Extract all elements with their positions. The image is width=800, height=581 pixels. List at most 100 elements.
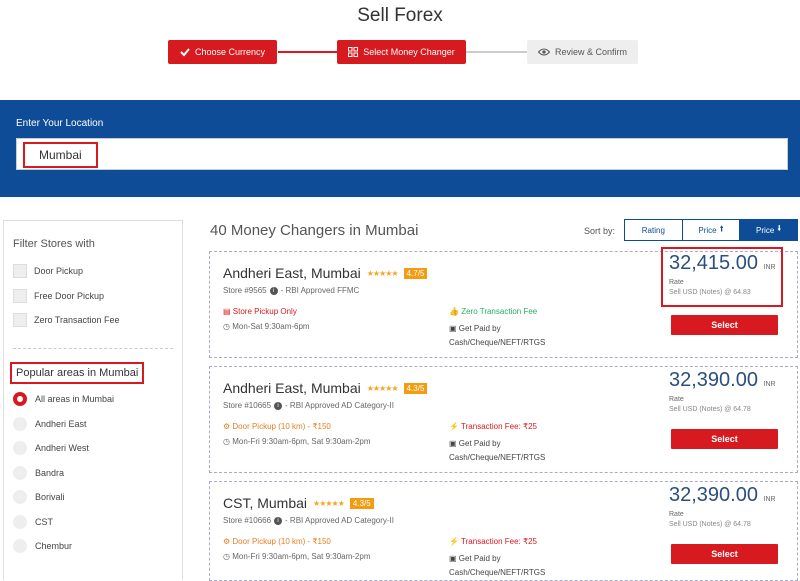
info-icon[interactable]: i bbox=[274, 401, 283, 410]
select-button[interactable]: Select bbox=[671, 315, 778, 335]
store-name[interactable]: Andheri East, Mumbai bbox=[223, 265, 361, 281]
cash-icon: ▣ bbox=[449, 324, 457, 333]
radio-button[interactable] bbox=[13, 539, 27, 553]
price-currency: INR bbox=[763, 381, 776, 388]
lightning-icon: ⚡ bbox=[449, 537, 459, 546]
eye-icon bbox=[537, 48, 550, 56]
price-box: 32,390.00 INR Rate Sell USD (Notes) @ 64… bbox=[663, 481, 785, 539]
area-option-all[interactable]: All areas in Mumbai bbox=[13, 392, 114, 406]
progress-steps: Choose Currency Select Money Changer Rev… bbox=[168, 40, 638, 64]
rating-badge: 4.3/5 bbox=[349, 497, 374, 509]
transaction-fee: Zero Transaction Fee bbox=[461, 307, 538, 316]
price-value: 32,390.00 bbox=[669, 369, 758, 391]
area-option-andheri-west[interactable]: Andheri West bbox=[13, 441, 89, 455]
radio-button[interactable] bbox=[13, 490, 27, 504]
info-icon[interactable]: i bbox=[274, 516, 283, 525]
filter-zero-transaction-fee[interactable]: Zero Transaction Fee bbox=[13, 313, 120, 327]
radio-button[interactable] bbox=[13, 417, 27, 431]
location-value[interactable]: Mumbai bbox=[23, 142, 98, 168]
payment-methods: Cash/Cheque/NEFT/RTGS bbox=[449, 453, 546, 462]
rate-label: Rate bbox=[669, 396, 684, 403]
cash-icon: ▣ bbox=[449, 439, 457, 448]
price-value: 32,415.00 bbox=[669, 252, 758, 274]
filter-free-door-pickup[interactable]: Free Door Pickup bbox=[13, 289, 104, 303]
checkbox[interactable] bbox=[13, 289, 27, 303]
payment-label: Get Paid by bbox=[458, 554, 501, 563]
motorbike-icon: ⚙ bbox=[223, 537, 231, 546]
store-card: CST, Mumbai ★★★★★ 4.3/5 Store #10666 i - RBI… bbox=[209, 481, 798, 581]
sell-rate: Sell USD (Notes) @ 64.83 bbox=[669, 289, 751, 296]
info-icon[interactable]: i bbox=[269, 286, 278, 295]
page-title: Sell Forex bbox=[357, 5, 443, 26]
checkbox[interactable] bbox=[13, 264, 27, 278]
check-icon bbox=[180, 48, 190, 57]
results-count: 40 Money Changers in Mumbai bbox=[210, 222, 419, 239]
store-hours: Mon-Fri 9:30am-6pm, Sat 9:30am-2pm bbox=[232, 552, 371, 561]
area-option-bandra[interactable]: Bandra bbox=[13, 466, 64, 480]
sort-price-asc-button[interactable]: Price 🠙 bbox=[683, 220, 741, 240]
grid-icon bbox=[348, 47, 359, 57]
price-currency: INR bbox=[763, 264, 776, 271]
area-option-borivali[interactable]: Borivali bbox=[13, 490, 65, 504]
service-type: Door Pickup (10 km) - ₹150 bbox=[232, 537, 331, 546]
price-value: 32,390.00 bbox=[669, 484, 758, 506]
radio-button[interactable] bbox=[13, 466, 27, 480]
clock-icon: ◷ bbox=[223, 552, 230, 561]
thumbs-up-icon: 👍 bbox=[449, 307, 459, 316]
area-option-cst[interactable]: CST bbox=[13, 515, 53, 529]
sort-label: Sort by: bbox=[584, 226, 616, 236]
store-name[interactable]: CST, Mumbai bbox=[223, 495, 307, 511]
area-option-andheri-east[interactable]: Andheri East bbox=[13, 417, 87, 431]
store-hours: Mon-Sat 9:30am-6pm bbox=[232, 322, 310, 331]
payment-label: Get Paid by bbox=[458, 439, 501, 448]
star-rating-icon: ★★★★★ bbox=[313, 498, 345, 508]
store-number: Store #10666 bbox=[223, 516, 272, 525]
arrow-down-icon: 🠛 bbox=[777, 224, 782, 233]
rating-badge: 4.3/5 bbox=[403, 382, 428, 394]
step-choose-currency[interactable]: Choose Currency bbox=[168, 40, 277, 64]
price-box-highlighted: 32,415.00 INR Rate Sell USD (Notes) @ 64… bbox=[661, 247, 783, 307]
sell-rate: Sell USD (Notes) @ 64.78 bbox=[669, 521, 751, 528]
cash-icon: ▣ bbox=[449, 554, 457, 563]
location-input[interactable]: Mumbai bbox=[16, 138, 788, 170]
divider bbox=[13, 348, 173, 349]
select-button[interactable]: Select bbox=[671, 429, 778, 449]
clock-icon: ◷ bbox=[223, 437, 230, 446]
store-name[interactable]: Andheri East, Mumbai bbox=[223, 380, 361, 396]
store-card: Andheri East, Mumbai ★★★★★ 4.7/5 Store #95… bbox=[209, 247, 798, 358]
rate-label: Rate bbox=[669, 279, 684, 286]
radio-button[interactable] bbox=[13, 392, 27, 406]
price-currency: INR bbox=[763, 496, 776, 503]
transaction-fee: Transaction Fee: ₹25 bbox=[461, 422, 537, 431]
star-rating-icon: ★★★★★ bbox=[366, 383, 399, 393]
motorbike-icon: ⚙ bbox=[223, 422, 231, 431]
step-connector bbox=[466, 51, 528, 53]
filter-title: Filter Stores with bbox=[13, 238, 95, 250]
checkbox[interactable] bbox=[13, 313, 27, 327]
step-review-confirm[interactable]: Review & Confirm bbox=[527, 40, 638, 64]
store-approval: - RBI Approved FFMC bbox=[280, 286, 360, 295]
payment-methods: Cash/Cheque/NEFT/RTGS bbox=[449, 338, 546, 347]
rating-badge: 4.7/5 bbox=[403, 267, 428, 279]
area-option-chembur[interactable]: Chembur bbox=[13, 539, 72, 553]
lightning-icon: ⚡ bbox=[449, 422, 459, 431]
radio-button[interactable] bbox=[13, 515, 27, 529]
arrow-up-icon: 🠙 bbox=[719, 224, 724, 233]
filter-door-pickup[interactable]: Door Pickup bbox=[13, 264, 83, 278]
sort-price-desc-button[interactable]: Price 🠛 bbox=[740, 220, 798, 240]
sort-rating-button[interactable]: Rating bbox=[625, 220, 683, 240]
transaction-fee: Transaction Fee: ₹25 bbox=[461, 537, 537, 546]
store-hours: Mon-Fri 9:30am-6pm, Sat 9:30am-2pm bbox=[232, 437, 371, 446]
sort-buttons: Rating Price 🠙 Price 🠛 bbox=[624, 219, 798, 241]
location-section: Enter Your Location Mumbai bbox=[0, 100, 800, 197]
clock-icon: ◷ bbox=[223, 322, 230, 331]
step-select-money-changer[interactable]: Select Money Changer bbox=[337, 40, 466, 64]
service-type: Store Pickup Only bbox=[232, 307, 297, 316]
store-card: Andheri East, Mumbai ★★★★★ 4.3/5 Store #10… bbox=[209, 366, 798, 473]
select-button[interactable]: Select bbox=[671, 544, 778, 564]
radio-button[interactable] bbox=[13, 441, 27, 455]
rate-label: Rate bbox=[669, 511, 684, 518]
payment-methods: Cash/Cheque/NEFT/RTGS bbox=[449, 568, 546, 577]
store-icon: ▤ bbox=[223, 307, 231, 316]
price-box: 32,390.00 INR Rate Sell USD (Notes) @ 64… bbox=[663, 366, 785, 424]
